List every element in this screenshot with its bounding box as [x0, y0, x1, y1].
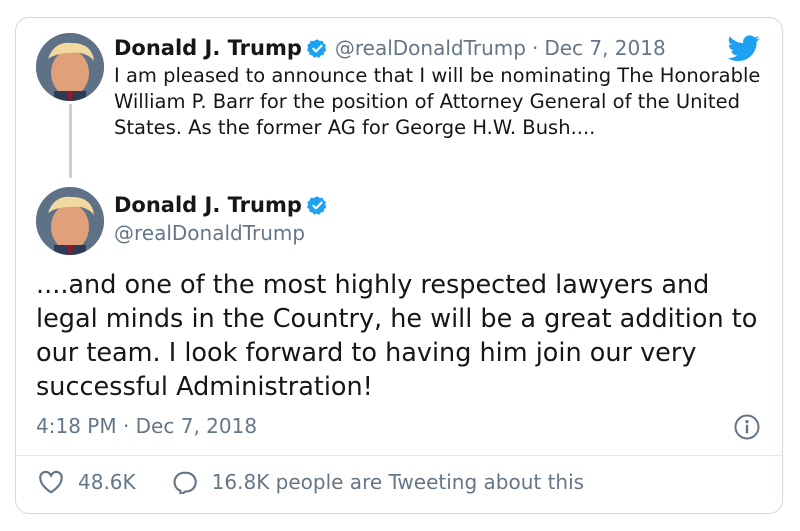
tweet-timestamp[interactable]: 4:18 PM · Dec 7, 2018	[36, 414, 257, 438]
speech-bubble-icon	[173, 471, 197, 494]
tweet-header: Donald J. Trump	[114, 193, 335, 217]
twitter-bird-icon[interactable]	[728, 35, 760, 66]
thread-connector-line	[69, 104, 72, 178]
verified-badge-icon	[306, 38, 328, 59]
like-count: 48.6K	[78, 470, 136, 494]
author-name[interactable]: Donald J. Trump	[114, 36, 302, 60]
separator-dot: ·	[531, 36, 539, 60]
divider	[16, 455, 782, 456]
author-avatar[interactable]	[36, 187, 104, 255]
author-avatar[interactable]	[36, 33, 104, 101]
author-name[interactable]: Donald J. Trump	[114, 193, 302, 217]
conversation-button[interactable]: 16.8K people are Tweeting about this	[172, 470, 584, 494]
author-handle[interactable]: @realDonaldTrump	[114, 221, 305, 245]
quoted-tweet-header: Donald J. Trump @realDonaldTrump · Dec 7…	[114, 33, 666, 63]
tweet-date[interactable]: Dec 7, 2018	[544, 36, 665, 60]
quoted-tweet-text: I am pleased to announce that I will be …	[114, 64, 761, 139]
like-button[interactable]: 48.6K	[38, 470, 136, 494]
verified-badge-icon	[306, 195, 328, 216]
heart-icon	[39, 470, 63, 494]
tweet-actions: 48.6K 16.8K people are Tweeting about th…	[38, 470, 584, 494]
author-handle[interactable]: @realDonaldTrump	[335, 36, 526, 60]
tweet-text: ....and one of the most highly respected…	[36, 270, 758, 402]
info-icon[interactable]	[734, 414, 760, 444]
conversation-count: 16.8K people are Tweeting about this	[211, 470, 585, 494]
